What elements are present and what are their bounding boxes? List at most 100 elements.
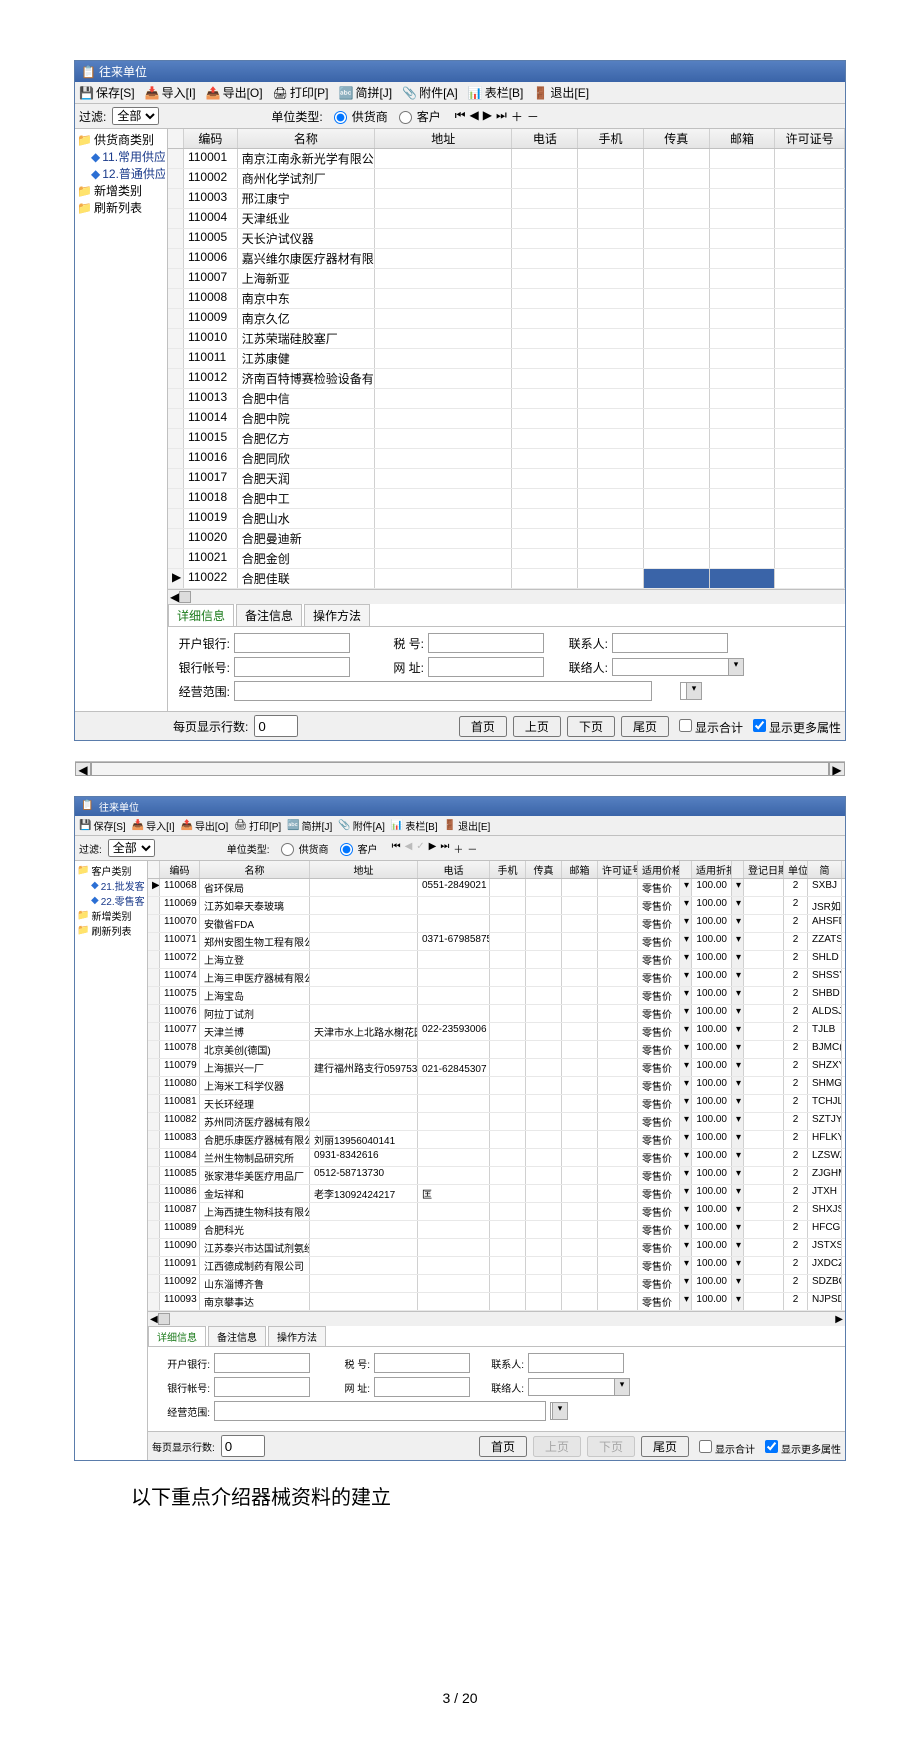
table-row[interactable]: 110004天津纸业: [168, 209, 845, 229]
table-row[interactable]: 110070安徽省FDA零售价▾100.00▾2AHSFD: [148, 915, 845, 933]
col-mail[interactable]: 邮箱: [710, 129, 776, 148]
nav-prev-icon[interactable]: ◀: [405, 841, 413, 856]
col-name[interactable]: 名称: [238, 129, 375, 148]
print-button[interactable]: 🖨打印[P]: [273, 84, 329, 101]
table-row[interactable]: 110079上海振兴一厂建行福州路支行05975300020002412021-…: [148, 1059, 845, 1077]
table-row[interactable]: 110083合肥乐康医疗器械有限公司刘丽13956040141零售价▾100.0…: [148, 1131, 845, 1149]
tree-root[interactable]: 📁供货商类别: [77, 131, 165, 148]
tree-leaf-normal[interactable]: ◆12.普通供应商: [91, 165, 165, 182]
last-button[interactable]: 尾页: [641, 1436, 689, 1457]
table-row[interactable]: 110003邢江康宁: [168, 189, 845, 209]
web-input[interactable]: [374, 1377, 470, 1397]
nav-first-icon[interactable]: ⏮: [392, 841, 401, 856]
contact-input[interactable]: [528, 1353, 624, 1373]
save-button[interactable]: 💾保存[S]: [79, 84, 135, 101]
nav-remove-icon[interactable]: －: [467, 841, 477, 856]
table-row[interactable]: 110013合肥中信: [168, 389, 845, 409]
linkman-combo[interactable]: ▾: [528, 1378, 630, 1396]
per-page-input[interactable]: [221, 1435, 265, 1457]
pinyin-button[interactable]: 🔤简拼[J]: [339, 84, 393, 101]
acct-input[interactable]: [234, 657, 350, 677]
tab-detail[interactable]: 详细信息: [168, 604, 234, 626]
nav-last-icon[interactable]: ⏭: [440, 841, 449, 856]
table-row[interactable]: 110075上海宝岛零售价▾100.00▾2SHBD: [148, 987, 845, 1005]
scroll-left-icon[interactable]: ◀: [170, 590, 179, 604]
table-row[interactable]: 110074上海三申医疗器械有限公司零售价▾100.00▾2SHSSY: [148, 969, 845, 987]
radio-customer[interactable]: [340, 843, 353, 856]
table-row[interactable]: 110092山东淄博齐鲁零售价▾100.00▾2SDZBQ: [148, 1275, 845, 1293]
attach-button[interactable]: 📎附件[A]: [402, 84, 458, 101]
table-row[interactable]: 110084兰州生物制品研究所0931-8342616零售价▾100.00▾2L…: [148, 1149, 845, 1167]
table-row[interactable]: 110093南京攀事达零售价▾100.00▾2NJPSD: [148, 1293, 845, 1311]
first-button[interactable]: 首页: [479, 1436, 527, 1457]
bank-input[interactable]: [214, 1353, 310, 1373]
table-row[interactable]: 110069江苏如皋天泰玻璃零售价▾100.00▾2JSR如: [148, 897, 845, 915]
pinyin-button[interactable]: 🔤简拼[J]: [287, 818, 332, 833]
acct-input[interactable]: [214, 1377, 310, 1397]
table-row[interactable]: 110072上海立登零售价▾100.00▾2SHLD: [148, 951, 845, 969]
web-input[interactable]: [428, 657, 544, 677]
table-row[interactable]: 110090江苏泰兴市达国试剂氨经营部零售价▾100.00▾2JSTXS: [148, 1239, 845, 1257]
table-row[interactable]: 110086金坛祥和老李13092424217匡零售价▾100.00▾2JTXH: [148, 1185, 845, 1203]
nav-last-icon[interactable]: ⏭: [496, 108, 507, 125]
h-scrollbar[interactable]: ◀▶: [148, 1311, 845, 1326]
extra-combo[interactable]: ▾: [550, 1402, 568, 1420]
nav-add-icon[interactable]: ＋: [511, 108, 523, 125]
col-code[interactable]: 编码: [184, 129, 238, 148]
first-button[interactable]: 首页: [459, 716, 507, 737]
table-row[interactable]: 110010江苏荣瑞硅胶塞厂: [168, 329, 845, 349]
table-row[interactable]: 110078北京美创(德国)零售价▾100.00▾2BJMC(: [148, 1041, 845, 1059]
table-row[interactable]: 110007上海新亚: [168, 269, 845, 289]
exit-button[interactable]: 🚪退出[E]: [533, 84, 589, 101]
tree-refresh[interactable]: 📁刷新列表: [77, 923, 145, 938]
tab-note[interactable]: 备注信息: [236, 604, 302, 626]
table-row[interactable]: 110009南京久亿: [168, 309, 845, 329]
table-row[interactable]: 110085张家港华美医疗用品厂0512-58713730零售价▾100.00▾…: [148, 1167, 845, 1185]
radio-supplier[interactable]: [334, 111, 347, 124]
table-row[interactable]: 110020合肥曼迪新: [168, 529, 845, 549]
tree-leaf-common[interactable]: ◆11.常用供应商: [91, 148, 165, 165]
h-scrollbar[interactable]: ◀: [168, 589, 845, 604]
nav-add-icon[interactable]: ＋: [453, 841, 463, 856]
tree-root[interactable]: 📁客户类别: [77, 863, 145, 878]
radio-customer[interactable]: [399, 111, 412, 124]
tab-detail[interactable]: 详细信息: [148, 1326, 206, 1346]
col-mob[interactable]: 手机: [578, 129, 644, 148]
nav-next-icon[interactable]: ▶: [483, 108, 492, 125]
table-row[interactable]: 110089合肥科光零售价▾100.00▾2HFCG: [148, 1221, 845, 1239]
tree-leaf-wholesale[interactable]: ◆21.批发客户: [91, 878, 145, 893]
next-button[interactable]: 下页: [587, 1436, 635, 1457]
tab-note[interactable]: 备注信息: [208, 1326, 266, 1346]
table-row[interactable]: 110014合肥中院: [168, 409, 845, 429]
table-row[interactable]: 110087上海西捷生物科技有限公司零售价▾100.00▾2SHXJS: [148, 1203, 845, 1221]
table-row[interactable]: 110019合肥山水: [168, 509, 845, 529]
print-button[interactable]: 🖨打印[P]: [234, 818, 281, 833]
table-row[interactable]: 110018合肥中工: [168, 489, 845, 509]
col-fax[interactable]: 传真: [644, 129, 710, 148]
table-row[interactable]: 110005天长沪试仪器: [168, 229, 845, 249]
radio-supplier[interactable]: [281, 843, 294, 856]
more-checkbox[interactable]: [765, 1440, 778, 1453]
prev-button[interactable]: 上页: [533, 1436, 581, 1457]
table-row[interactable]: 110082苏州同济医疗器械有限公司零售价▾100.00▾2SZTJY: [148, 1113, 845, 1131]
scroll-right-icon[interactable]: ▶: [829, 762, 845, 776]
scope-input[interactable]: [234, 681, 652, 701]
table-row[interactable]: ▶110068省环保局0551-2849021零售价▾100.00▾2SXBJ: [148, 879, 845, 897]
contact-input[interactable]: [612, 633, 728, 653]
nav-first-icon[interactable]: ⏮: [455, 108, 466, 125]
more-checkbox[interactable]: [753, 719, 766, 732]
attach-button[interactable]: 📎附件[A]: [338, 818, 385, 833]
filter-select[interactable]: 全部: [108, 839, 155, 857]
table-row[interactable]: 110021合肥金创: [168, 549, 845, 569]
table-row[interactable]: 110015合肥亿方: [168, 429, 845, 449]
table-row[interactable]: 110006嘉兴维尔康医疗器材有限公司: [168, 249, 845, 269]
tab-op[interactable]: 操作方法: [304, 604, 370, 626]
prev-button[interactable]: 上页: [513, 716, 561, 737]
column-button[interactable]: 📊表栏[B]: [391, 818, 438, 833]
nav-prev-icon[interactable]: ◀: [470, 108, 479, 125]
table-row[interactable]: 110080上海米工科学仪器零售价▾100.00▾2SHMGK: [148, 1077, 845, 1095]
table-row[interactable]: 110012济南百特博赛检验设备有限公司: [168, 369, 845, 389]
col-tel[interactable]: 电话: [512, 129, 578, 148]
nav-remove-icon[interactable]: －: [527, 108, 539, 125]
table-row[interactable]: 110002商州化学试剂厂: [168, 169, 845, 189]
